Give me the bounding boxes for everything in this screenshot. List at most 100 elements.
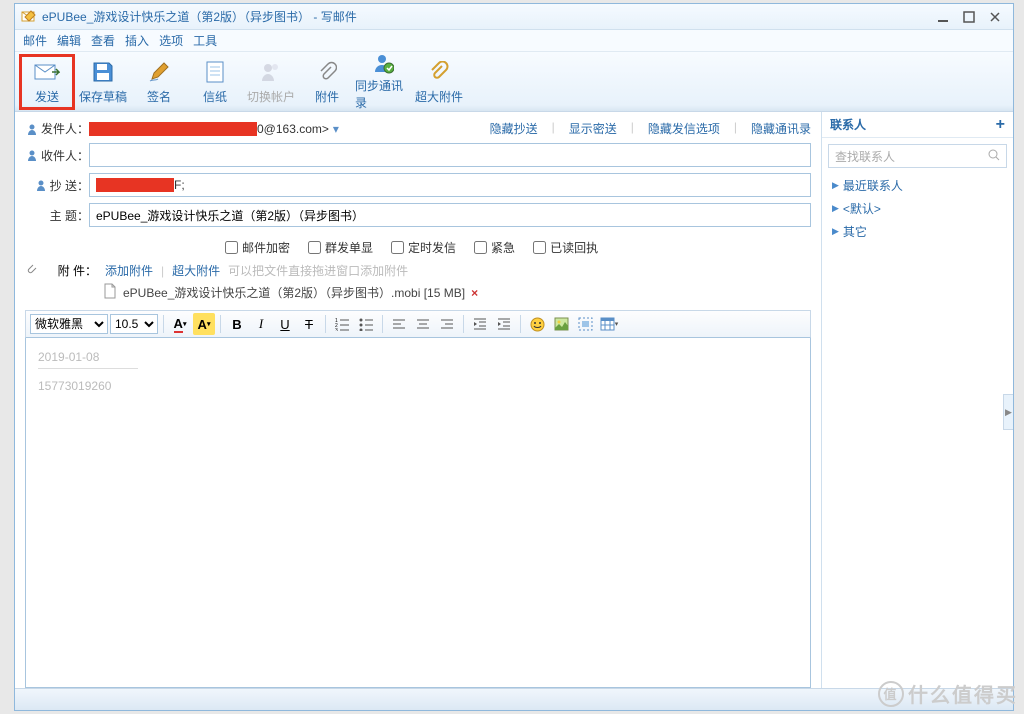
- send-button[interactable]: 发送: [19, 54, 75, 110]
- to-label: 收件人：: [25, 147, 89, 164]
- font-color-button[interactable]: A▾: [169, 313, 191, 335]
- attach-hint: 可以把文件直接拖进窗口添加附件: [228, 262, 408, 279]
- emoji-button[interactable]: [526, 313, 548, 335]
- send-label: 发送: [35, 88, 59, 105]
- expand-icon: ▶: [832, 203, 839, 214]
- to-row: 收件人：: [25, 143, 811, 167]
- italic-button[interactable]: I: [250, 313, 272, 335]
- sidebar-item-default[interactable]: ▶<默认>: [822, 197, 1013, 220]
- file-name[interactable]: ePUBee_游戏设计快乐之道（第2版）（异步图书）.mobi [15 MB]: [123, 284, 465, 301]
- show-bcc-link[interactable]: 显示密送: [569, 120, 617, 137]
- cc-label: 抄 送：: [25, 177, 89, 194]
- redacted-cc: [96, 178, 174, 192]
- sidebar-item-recent[interactable]: ▶最近联系人: [822, 174, 1013, 197]
- big-attach-button[interactable]: 超大附件: [411, 54, 467, 110]
- encrypt-checkbox[interactable]: 邮件加密: [225, 239, 290, 256]
- menu-options[interactable]: 选项: [159, 32, 183, 49]
- person-icon: [35, 179, 47, 191]
- add-contact-button[interactable]: +: [996, 116, 1005, 134]
- receipt-checkbox[interactable]: 已读回执: [533, 239, 598, 256]
- window-title: ePUBee_游戏设计快乐之道（第2版）（异步图书） - 写邮件: [42, 8, 357, 25]
- attach-label: 附件: [315, 88, 339, 105]
- stationery-button[interactable]: 信纸: [187, 54, 243, 110]
- save-draft-button[interactable]: 保存草稿: [75, 54, 131, 110]
- outdent-button[interactable]: [469, 313, 491, 335]
- indent-button[interactable]: [493, 313, 515, 335]
- strikethrough-button[interactable]: T: [298, 313, 320, 335]
- sender-row: 发件人： 0@163.com> ▾ 隐藏抄送| 显示密送| 隐藏发信选项| 隐藏…: [25, 120, 811, 137]
- sidebar-item-other[interactable]: ▶其它: [822, 220, 1013, 243]
- titlebar: ePUBee_游戏设计快乐之道（第2版）（异步图书） - 写邮件: [15, 4, 1013, 30]
- attach-button[interactable]: 附件: [299, 54, 355, 110]
- to-input[interactable]: [89, 143, 811, 167]
- hide-cc-link[interactable]: 隐藏抄送: [490, 120, 538, 137]
- unordered-list-button[interactable]: [355, 313, 377, 335]
- pen-icon: [146, 59, 172, 85]
- redacted-sender: [89, 122, 257, 136]
- switch-account-button[interactable]: 切换帐户: [243, 54, 299, 110]
- scheduled-checkbox[interactable]: 定时发信: [391, 239, 456, 256]
- align-left-button[interactable]: [388, 313, 410, 335]
- file-icon: [103, 283, 117, 302]
- watermark-icon: 值: [878, 681, 904, 707]
- expand-icon: ▶: [832, 226, 839, 237]
- size-select[interactable]: 10.5: [110, 314, 158, 334]
- ordered-list-button[interactable]: 123: [331, 313, 353, 335]
- cc-row: 抄 送： F;: [25, 173, 811, 197]
- close-button[interactable]: [983, 8, 1007, 26]
- stationery-label: 信纸: [203, 88, 227, 105]
- floppy-icon: [90, 59, 116, 85]
- compose-window: ePUBee_游戏设计快乐之道（第2版）（异步图书） - 写邮件 邮件 编辑 查…: [14, 3, 1014, 711]
- underline-button[interactable]: U: [274, 313, 296, 335]
- svg-text:3: 3: [335, 328, 338, 331]
- table-button[interactable]: ▾: [598, 313, 620, 335]
- highlight-button[interactable]: A▾: [193, 313, 215, 335]
- screenshot-button[interactable]: [574, 313, 596, 335]
- hide-contacts-link[interactable]: 隐藏通讯录: [751, 120, 811, 137]
- hide-send-options-link[interactable]: 隐藏发信选项: [648, 120, 720, 137]
- paperclip-small-icon: [25, 262, 39, 279]
- maximize-button[interactable]: [957, 8, 981, 26]
- user-switch-icon: [258, 59, 284, 85]
- contacts-sidebar: 联系人 + 查找联系人 ▶最近联系人 ▶<默认> ▶其它: [821, 112, 1013, 688]
- bold-button[interactable]: B: [226, 313, 248, 335]
- align-center-button[interactable]: [412, 313, 434, 335]
- header-links: 隐藏抄送| 显示密送| 隐藏发信选项| 隐藏通讯录: [490, 120, 811, 137]
- menu-edit[interactable]: 编辑: [57, 32, 81, 49]
- dropdown-icon[interactable]: ▾: [333, 122, 339, 136]
- mass-single-checkbox[interactable]: 群发单显: [308, 239, 373, 256]
- user-sync-icon: [370, 52, 396, 74]
- sync-contacts-button[interactable]: 同步通讯录: [355, 54, 411, 110]
- menu-insert[interactable]: 插入: [125, 32, 149, 49]
- subject-row: 主 题：: [25, 203, 811, 227]
- minimize-button[interactable]: [931, 8, 955, 26]
- save-draft-label: 保存草稿: [79, 88, 127, 105]
- font-select[interactable]: 微软雅黑: [30, 314, 108, 334]
- search-placeholder: 查找联系人: [835, 148, 895, 165]
- signature-button[interactable]: 签名: [131, 54, 187, 110]
- editor-toolbar: 微软雅黑 10.5 A▾ A▾ B I U T 123: [25, 310, 811, 338]
- envelope-send-icon: [34, 59, 60, 85]
- switch-account-label: 切换帐户: [247, 88, 295, 105]
- align-right-button[interactable]: [436, 313, 458, 335]
- subject-input[interactable]: [89, 203, 811, 227]
- sender-value[interactable]: 0@163.com> ▾: [89, 122, 339, 136]
- paperclip-icon: [314, 59, 340, 85]
- big-paperclip-icon: [426, 59, 452, 85]
- urgent-checkbox[interactable]: 紧急: [474, 239, 515, 256]
- editor-body[interactable]: 2019-01-08 15773019260: [25, 338, 811, 688]
- remove-attachment[interactable]: ×: [471, 286, 478, 300]
- person-icon: [26, 149, 38, 161]
- menu-tools[interactable]: 工具: [193, 32, 217, 49]
- svg-text:值: 值: [883, 687, 898, 702]
- big-attachment-link[interactable]: 超大附件: [172, 262, 220, 279]
- menu-mail[interactable]: 邮件: [23, 32, 47, 49]
- menu-view[interactable]: 查看: [91, 32, 115, 49]
- sidebar-collapse-handle[interactable]: ▶: [1003, 394, 1013, 430]
- image-button[interactable]: [550, 313, 572, 335]
- cc-input[interactable]: F;: [89, 173, 811, 197]
- sidebar-header: 联系人 +: [822, 112, 1013, 138]
- contact-search[interactable]: 查找联系人: [828, 144, 1007, 168]
- add-attachment-link[interactable]: 添加附件: [105, 262, 153, 279]
- signature-label: 签名: [147, 88, 171, 105]
